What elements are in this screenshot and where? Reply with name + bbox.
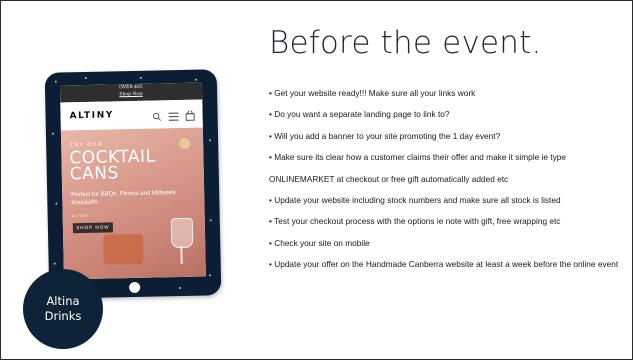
slide-title: Before the event. <box>269 25 542 61</box>
champagne-glass-image <box>170 217 194 249</box>
bullet-item: • Test your checkout process with the op… <box>269 216 561 227</box>
bullet-item: • Get your website ready!!! Make sure al… <box>269 88 476 98</box>
bullet-list: • Get your website ready!!! Make sure al… <box>269 83 621 276</box>
tablet-mockup: OVER $85 Shop Now ALTINY TRY OUR COCKTAI… <box>44 69 222 299</box>
bullet-item: • Do you want a separate landing page to… <box>269 109 450 120</box>
bullet-item: • Check your site on mobile <box>269 237 370 248</box>
small-brand-label: ALTINY <box>71 213 89 219</box>
bullet-item: • Will you add a banner to your site pro… <box>269 130 501 141</box>
hero-subtext: Perfect for BBQs, Picnics and Midweek Kn… <box>71 190 176 207</box>
cart-icon[interactable] <box>185 108 195 126</box>
brand-badge: Altina Drinks <box>23 269 103 349</box>
search-icon[interactable] <box>152 108 162 126</box>
fruit-slice-image <box>179 137 191 150</box>
bullet-item: • Update your website including stock nu… <box>269 195 561 206</box>
bullet-item: • Make sure its clear how a customer cla… <box>269 152 566 184</box>
tablet-screen: OVER $85 Shop Now ALTINY TRY OUR COCKTAI… <box>59 82 206 280</box>
badge-line-1: Altina <box>46 294 80 308</box>
menu-icon[interactable] <box>168 108 179 126</box>
cocktail-drink-image <box>103 233 144 265</box>
tablet-home-button <box>129 281 141 294</box>
badge-line-2: Drinks <box>44 309 82 323</box>
shop-now-button[interactable]: SHOP NOW <box>72 222 114 234</box>
hero-banner: TRY OUR COCKTAIL CANS Perfect for BBQs, … <box>60 127 206 280</box>
hero-headline: COCKTAIL CANS <box>69 146 156 185</box>
store-navbar: ALTINY <box>60 99 203 131</box>
presentation-slide: OVER $85 Shop Now ALTINY TRY OUR COCKTAI… <box>0 0 633 360</box>
bullet-item: • Update your offer on the Handmade Canb… <box>269 259 619 270</box>
glass-stem <box>180 245 183 265</box>
store-logo[interactable]: ALTINY <box>69 110 114 121</box>
